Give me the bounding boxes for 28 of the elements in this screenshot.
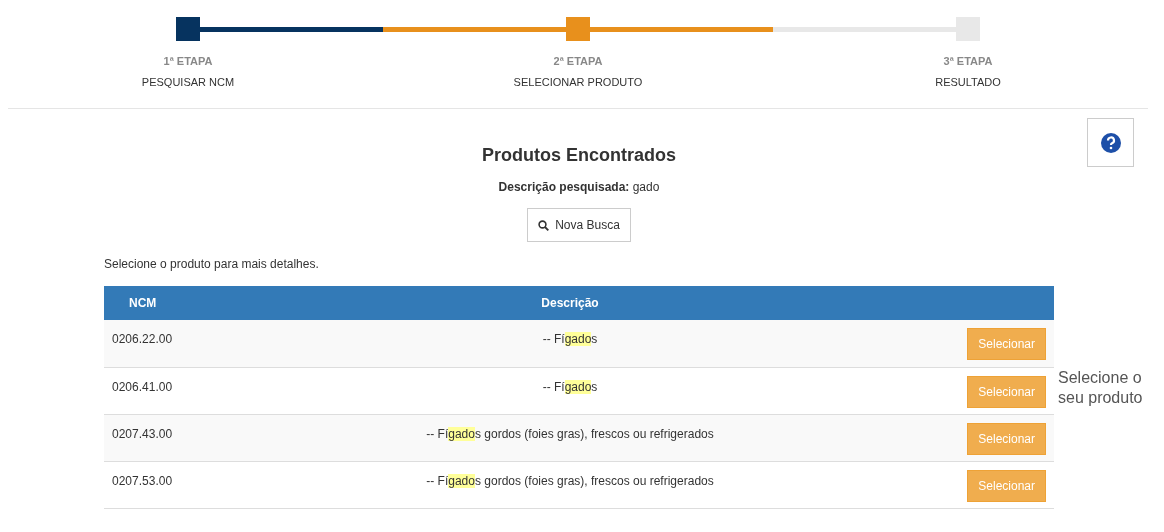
step-label: PESQUISAR NCM (141, 74, 235, 90)
step-number: 1ª ETAPA (163, 54, 213, 69)
step-label: SELECIONAR PRODUTO (513, 74, 643, 90)
column-header: NCM (104, 286, 234, 320)
step-number: 3ª ETAPA (943, 54, 993, 69)
product-description: -- Fígados (542, 379, 598, 394)
hint-text: Selecione o seu produto (1058, 368, 1144, 408)
step-label: RESULTADO (935, 74, 1001, 90)
page-title: Produtos Encontrados (481, 144, 677, 167)
search-icon (538, 219, 550, 231)
new-search-button[interactable]: Nova Busca (527, 208, 631, 242)
ncm-code: 0206.41.00 (112, 379, 173, 394)
select-button[interactable]: Selecionar (967, 328, 1046, 360)
product-description: -- Fígados gordos (foies gras), frescos ou refrigerados (426, 473, 714, 488)
select-button[interactable]: Selecionar (967, 422, 1046, 455)
ncm-code: 0206.22.00 (112, 332, 173, 346)
search-summary: Descrição pesquisada: gado (497, 179, 661, 196)
select-button[interactable]: Selecionar (967, 469, 1046, 502)
product-description: -- Fígados gordos (foies gras), frescos ou refrigerados (426, 426, 714, 441)
ncm-code: 0207.43.00 (112, 426, 173, 441)
help-button[interactable] (1087, 118, 1134, 167)
ncm-code: 0207.53.00 (112, 473, 173, 488)
select-button[interactable]: Selecionar (967, 375, 1046, 408)
instruction-text: Selecione o produto para mais detalhes. (104, 256, 320, 273)
step-number: 2ª ETAPA (553, 54, 603, 69)
help-icon (1100, 132, 1121, 153)
column-header: Descrição (234, 286, 906, 320)
product-description: -- Fígados (542, 332, 598, 346)
